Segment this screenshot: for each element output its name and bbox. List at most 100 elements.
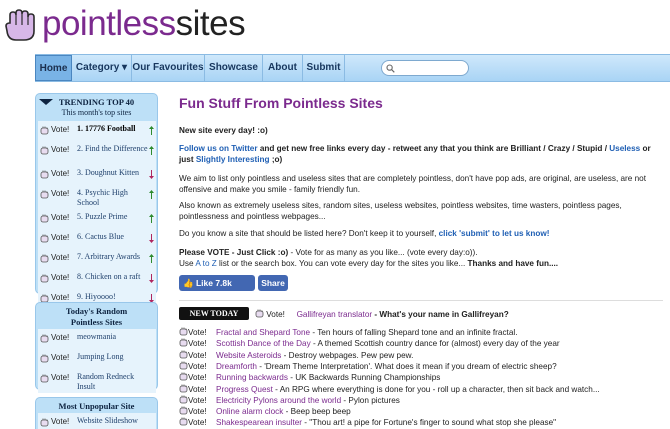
vote-link[interactable]: Vote! — [51, 189, 69, 198]
hand-vote-icon[interactable] — [255, 309, 264, 318]
nav-showcase[interactable]: Showcase — [205, 55, 263, 81]
site-link[interactable]: Scottish Dance of the Day — [216, 339, 311, 348]
vote-cta: Please VOTE - Just Click :o) — [179, 248, 289, 257]
trending-item-link[interactable]: 9. Hiyoooo! — [77, 292, 149, 302]
hand-vote-icon[interactable] — [179, 384, 188, 393]
vote-link[interactable]: Vote! — [51, 373, 69, 382]
vote-link[interactable]: Vote! — [51, 233, 69, 242]
hand-vote-icon[interactable] — [40, 274, 49, 283]
a-to-z-link[interactable]: A to Z — [195, 259, 216, 268]
vote-link[interactable]: Vote! — [51, 125, 69, 134]
hand-vote-icon[interactable] — [40, 170, 49, 179]
hand-vote-icon[interactable] — [179, 395, 188, 404]
trending-item-link[interactable]: 6. Cactus Blue — [77, 232, 149, 242]
nav-category[interactable]: Category ▾ — [72, 55, 132, 81]
trending-item-link[interactable]: 7. Arbitrary Awards — [77, 252, 149, 262]
hand-vote-icon[interactable] — [179, 327, 188, 336]
slightly-interesting-link[interactable]: Slightly Interesting — [196, 155, 270, 164]
random-item-link[interactable]: meowmania — [77, 332, 149, 342]
hand-vote-icon[interactable] — [40, 214, 49, 223]
hand-vote-icon[interactable] — [40, 334, 49, 343]
site-link[interactable]: Electricity Pylons around the world — [216, 396, 341, 405]
follow-text: and get new free links every day - retwe… — [257, 144, 610, 153]
trending-item: Vote! 1. 17776 Football — [38, 121, 156, 141]
trending-item-link[interactable]: 2. Find the Difference — [77, 144, 149, 154]
hand-vote-icon[interactable] — [179, 406, 188, 415]
site-link[interactable]: Progress Quest — [216, 385, 273, 394]
main-nav: Home Category ▾ Our Favourites Showcase … — [35, 54, 670, 82]
nav-home[interactable]: Home — [35, 55, 72, 81]
site-link[interactable]: Running backwards — [216, 373, 288, 382]
collapse-arrow-icon[interactable] — [39, 99, 53, 105]
trending-item-link[interactable]: 5. Puzzle Prime — [77, 212, 149, 222]
hand-vote-icon[interactable] — [40, 190, 49, 199]
hand-vote-icon[interactable] — [40, 374, 49, 383]
hand-vote-icon[interactable] — [40, 254, 49, 263]
trending-item-link[interactable]: 4. Psychic High School — [77, 188, 149, 207]
nav-about[interactable]: About — [263, 55, 303, 81]
facebook-share-button[interactable]: Share — [258, 275, 288, 291]
vote-link[interactable]: Vote! — [51, 213, 69, 222]
vote-link[interactable]: Vote! — [51, 273, 69, 282]
vote-link[interactable]: Vote! — [51, 253, 69, 262]
trending-item-link[interactable]: 8. Chicken on a raft — [77, 272, 149, 282]
useless-link[interactable]: Useless — [609, 144, 640, 153]
vote-link[interactable]: Vote! — [51, 169, 69, 178]
submit-paragraph: Do you know a site that should be listed… — [179, 229, 657, 240]
about-paragraph: We aim to list only pointless and useles… — [179, 174, 646, 194]
hand-vote-icon[interactable] — [179, 417, 188, 426]
use-pre: Use — [179, 258, 196, 268]
tagline: New site every day! :o) — [179, 126, 268, 135]
vote-link[interactable]: Vote! — [51, 417, 69, 426]
random-item-link[interactable]: Jumping Long — [77, 352, 149, 362]
vote-link[interactable]: Vote! — [51, 145, 69, 154]
trending-item-link[interactable]: 1. 17776 Football — [77, 124, 149, 134]
new-today-row: Vote! Gallifreyan translator - What's yo… — [255, 308, 509, 319]
search-input[interactable] — [398, 64, 468, 78]
trending-item: Vote! 7. Arbitrary Awards — [38, 249, 156, 269]
site-list-item: Vote! Scottish Dance of the Day - A theme… — [179, 337, 560, 348]
site-link[interactable]: Online alarm clock — [216, 407, 283, 416]
vote-link[interactable]: Vote! — [266, 309, 294, 320]
site-list-item: Vote! Fractal and Shepard Tone - Ten hour… — [179, 326, 517, 337]
site-description: - UK Backwards Running Championships — [287, 373, 441, 383]
hand-vote-icon[interactable] — [40, 418, 49, 427]
trending-item: Vote! 5. Puzzle Prime — [38, 209, 156, 229]
vote-link[interactable]: Vote! — [188, 417, 216, 428]
site-list-item: Vote! Electricity Pylons around the world… — [179, 394, 400, 405]
follow-end: ;o) — [269, 154, 283, 164]
hand-vote-icon[interactable] — [179, 372, 188, 381]
vote-link[interactable]: Vote! — [51, 293, 69, 302]
site-description: - An RPG where everything is done for yo… — [272, 384, 600, 394]
search-icon — [386, 64, 395, 73]
nav-our-favourites[interactable]: Our Favourites — [132, 55, 205, 81]
random-item-link[interactable]: Random Redneck Insult — [77, 372, 149, 391]
trending-item-link[interactable]: 3. Doughnut Kitten — [77, 168, 149, 178]
hand-vote-icon[interactable] — [40, 234, 49, 243]
vote-link[interactable]: Vote! — [51, 353, 69, 362]
vote-link[interactable]: Vote! — [51, 333, 69, 342]
site-link[interactable]: Fractal and Shepard Tone — [216, 328, 310, 337]
facebook-like-button[interactable]: 👍 Like 7.8k — [179, 275, 255, 291]
site-link[interactable]: Website Asteroids — [216, 351, 281, 360]
site-description: - What's your name in Gallifreyan? — [372, 310, 509, 319]
site-description: - Beep beep beep — [283, 407, 351, 417]
search-box — [381, 60, 469, 78]
submit-link[interactable]: click 'submit' to let us know! — [439, 229, 550, 238]
hand-vote-icon[interactable] — [40, 146, 49, 155]
hand-vote-icon[interactable] — [179, 338, 188, 347]
twitter-link[interactable]: Follow us on Twitter — [179, 144, 258, 153]
logo-word-sites: sites — [175, 4, 246, 43]
arrow-up-icon — [149, 126, 154, 135]
site-logo-text[interactable]: pointlesssites — [42, 3, 246, 45]
site-link[interactable]: Dreamforth — [216, 362, 257, 371]
unpopular-item-link[interactable]: Website Slideshow — [77, 416, 149, 426]
hand-vote-icon[interactable] — [40, 354, 49, 363]
hand-vote-icon[interactable] — [179, 350, 188, 359]
site-link[interactable]: Shakespearean insulter — [216, 418, 302, 427]
hand-vote-icon[interactable] — [40, 126, 49, 135]
hand-vote-icon[interactable] — [179, 361, 188, 370]
hand-logo-icon[interactable] — [4, 9, 38, 42]
nav-submit[interactable]: Submit — [303, 55, 345, 81]
site-link[interactable]: Gallifreyan translator — [297, 310, 373, 319]
